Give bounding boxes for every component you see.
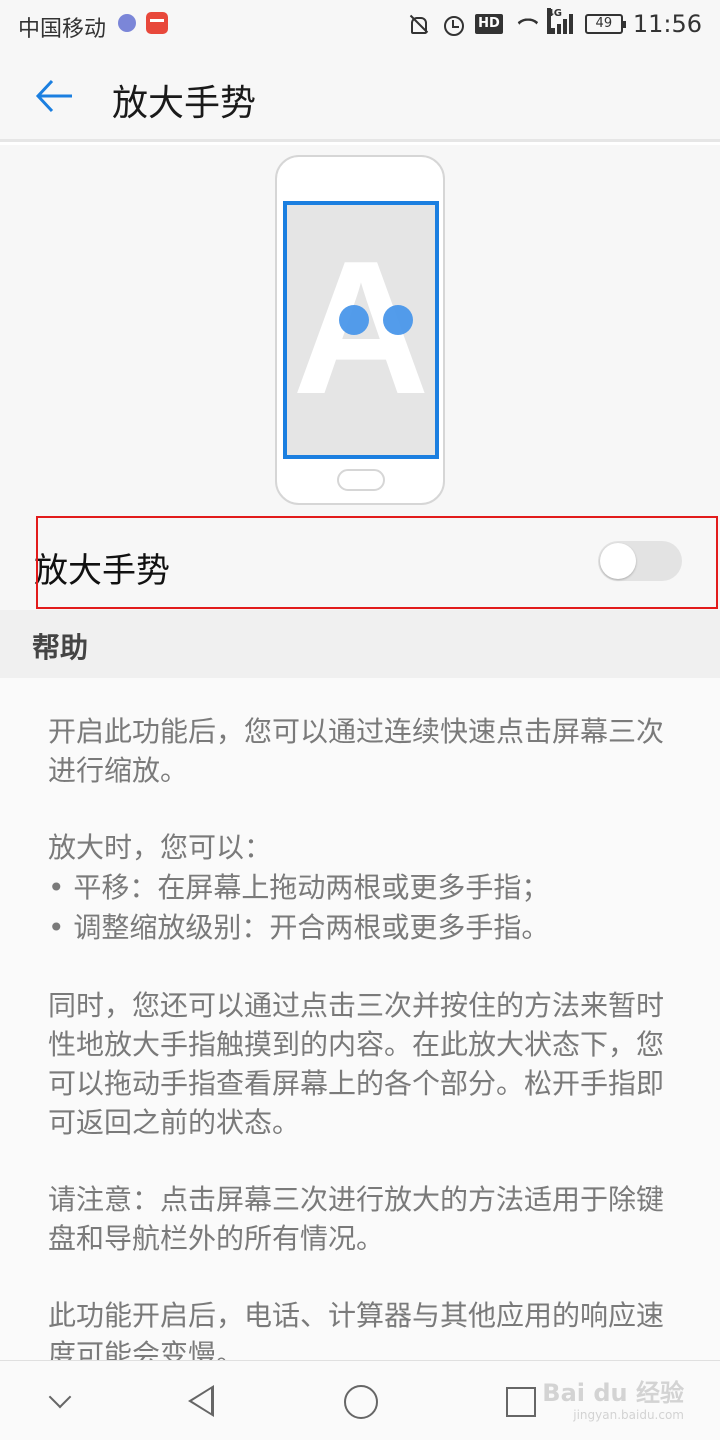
finger-touch-point <box>383 305 413 335</box>
watermark-url: jingyan.baidu.com <box>573 1408 684 1422</box>
finger-touch-point <box>339 305 369 335</box>
status-bar: 中国移动 HD 4G 49 11:56 <box>0 0 720 50</box>
help-paragraph: 放大时，您可以： <box>48 831 273 864</box>
nav-home-icon[interactable] <box>340 1381 380 1421</box>
help-paragraph: 此功能开启后，电话、计算器与其他应用的响应速度可能会变慢。 <box>48 1299 665 1360</box>
status-icons: HD 4G 49 11:56 <box>407 8 702 40</box>
app-notification-icon <box>146 12 168 34</box>
mute-icon <box>407 12 431 36</box>
system-navigation-bar: Bai du 经验 jingyan.baidu.com <box>0 1360 720 1440</box>
signal-icon: 4G <box>546 8 575 36</box>
nav-back-icon[interactable] <box>182 1381 222 1421</box>
help-title: 帮助 <box>32 631 89 664</box>
help-bullet: • 平移：在屏幕上拖动两根或更多手指； <box>48 871 550 904</box>
music-icon <box>118 14 136 32</box>
help-text-body: 开启此功能后，您可以通过连续快速点击屏幕三次进行缩放。 放大时，您可以： • 平… <box>0 678 720 1360</box>
clock: 11:56 <box>632 10 702 38</box>
magnification-illustration: A <box>0 145 720 515</box>
hd-icon: HD <box>475 14 503 34</box>
hide-nav-chevron-down-icon[interactable] <box>42 1381 82 1421</box>
baidu-jingyan-watermark: Bai du 经验 jingyan.baidu.com <box>542 1373 684 1422</box>
setting-label: 放大手势 <box>34 551 170 591</box>
watermark-brand: Bai du 经验 <box>542 1379 684 1407</box>
toggle-knob <box>600 543 636 579</box>
phone-screen-illustration: A <box>283 201 439 459</box>
magnification-gesture-setting-row[interactable]: 放大手势 <box>0 515 720 610</box>
nav-recents-icon[interactable] <box>500 1381 540 1421</box>
help-paragraph: 请注意：点击屏幕三次进行放大的方法适用于除键盘和导航栏外的所有情况。 <box>48 1183 665 1255</box>
help-section-header: 帮助 <box>0 610 720 678</box>
phone-illustration: A <box>275 155 445 505</box>
carrier-label: 中国移动 <box>18 17 107 42</box>
help-paragraph: 开启此功能后，您可以通过连续快速点击屏幕三次进行缩放。 <box>48 715 665 787</box>
page-title: 放大手势 <box>112 83 257 124</box>
alarm-icon <box>441 12 465 36</box>
battery-icon: 49 <box>584 14 626 34</box>
back-arrow-icon[interactable] <box>32 74 76 118</box>
magnification-gesture-toggle[interactable] <box>598 541 682 581</box>
phone-home-button-illustration <box>337 469 385 491</box>
app-header: 放大手势 <box>0 50 720 142</box>
help-bullet: • 调整缩放级别：开合两根或更多手指。 <box>48 911 550 944</box>
help-paragraph: 同时，您还可以通过点击三次并按住的方法来暂时性地放大手指触摸到的内容。在此放大状… <box>48 989 665 1139</box>
wifi-icon <box>513 12 537 36</box>
